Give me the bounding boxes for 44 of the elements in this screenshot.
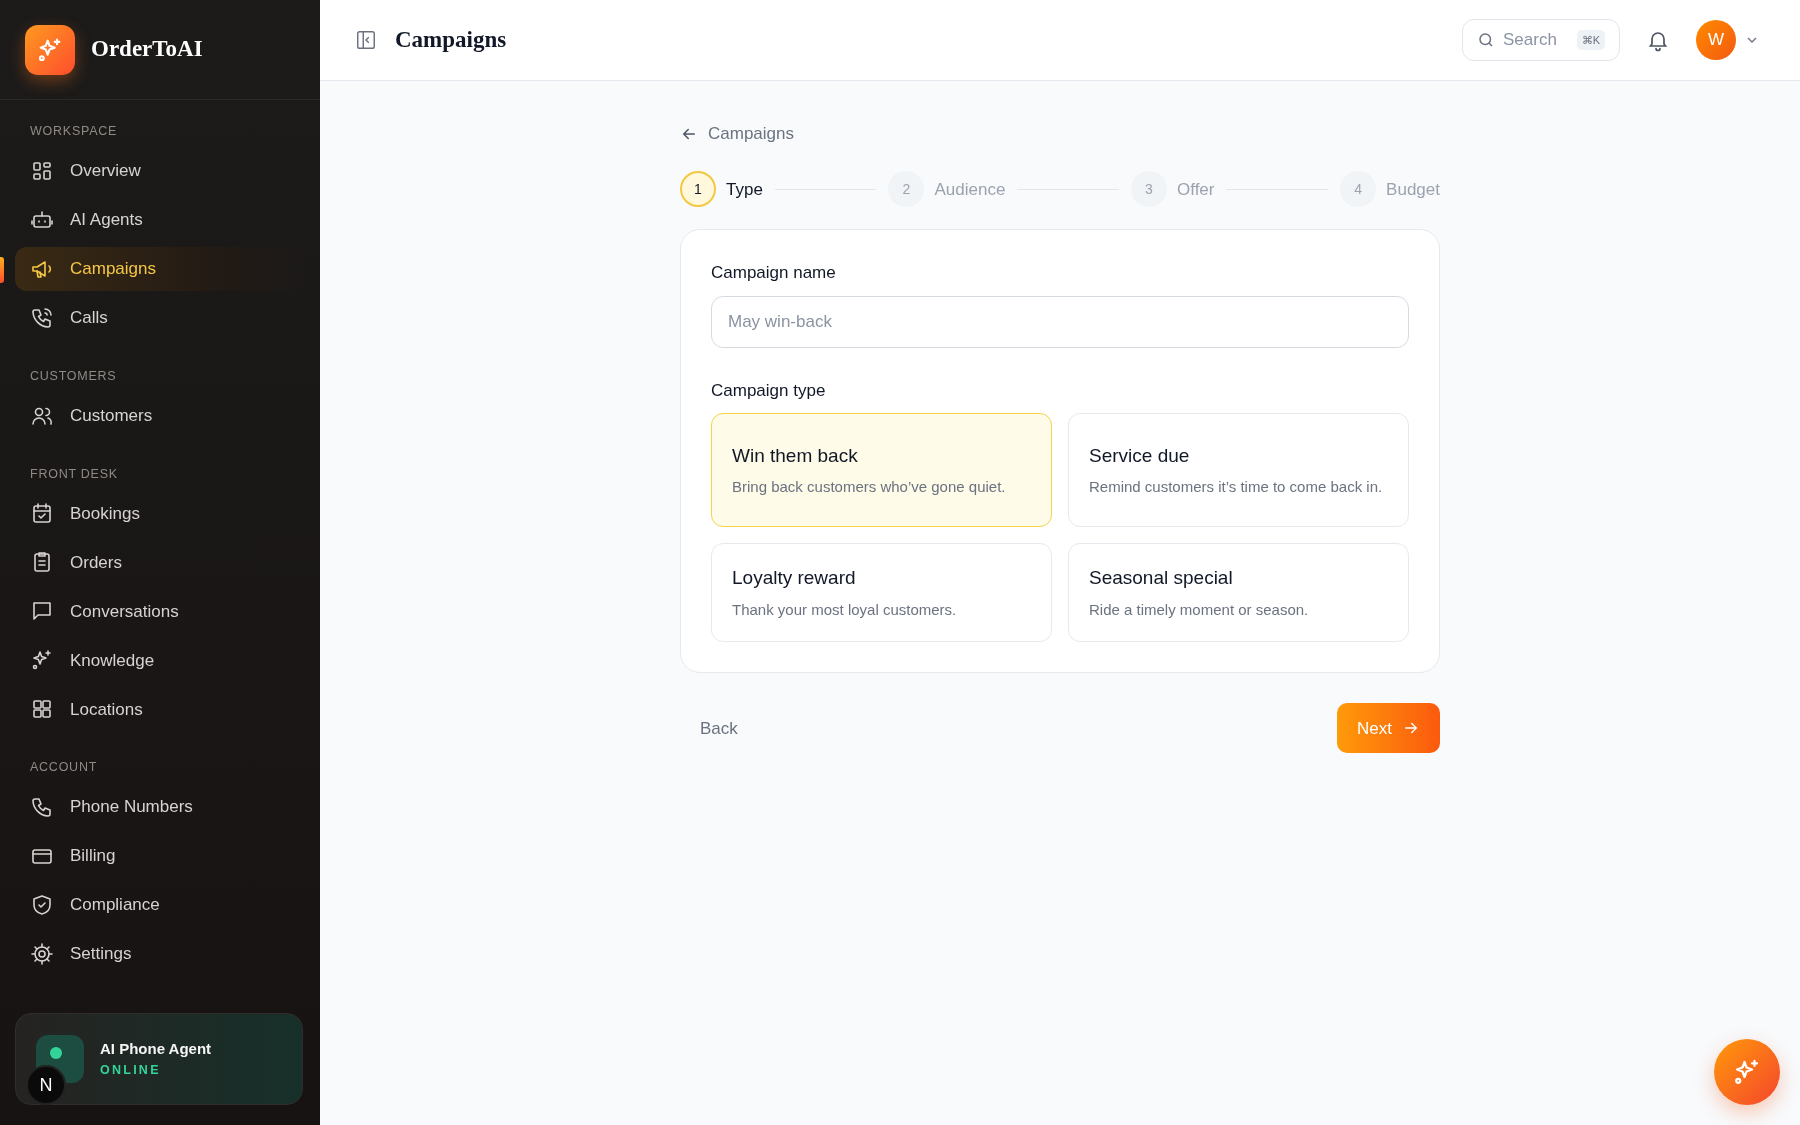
sidebar-item[interactable]: AI Agents — [15, 197, 305, 242]
campaign-type-option[interactable]: Seasonal special Ride a timely moment or season. — [1068, 543, 1409, 643]
phone-icon — [30, 795, 54, 819]
step-tab[interactable]: 1 Type — [680, 171, 763, 208]
search-field[interactable]: Search ⌘K — [1462, 19, 1620, 61]
sidebar-item[interactable]: Locations — [15, 687, 305, 732]
sidebar-item[interactable]: Calls — [15, 295, 305, 340]
sidebar-toggle-icon[interactable] — [355, 29, 377, 51]
sidebar-item[interactable]: Billing — [15, 834, 305, 878]
calendar-icon — [30, 501, 54, 526]
section-heading: ACCOUNT — [29, 759, 99, 777]
page-title: Campaigns — [395, 25, 507, 54]
sidebar-item[interactable]: Conversations — [15, 589, 305, 634]
ai-assistant-button[interactable] — [1714, 1039, 1780, 1105]
sidebar-item[interactable]: Bookings — [15, 491, 305, 536]
gear-icon — [30, 942, 54, 966]
section-heading: CUSTOMERS — [29, 367, 118, 385]
sidebar-item[interactable]: Overview — [15, 148, 305, 193]
phone-call-icon — [30, 305, 54, 330]
back-button[interactable]: Back — [680, 705, 758, 751]
logo-icon — [25, 24, 75, 75]
section-heading: FRONT DESK — [29, 465, 119, 483]
field-label: Campaign type — [711, 379, 827, 402]
sidebar-item[interactable]: Knowledge — [15, 638, 305, 683]
agent-status: ONLINE — [100, 1061, 162, 1079]
user-avatar: W — [1696, 20, 1736, 60]
sidebar-item[interactable]: Orders — [15, 540, 305, 585]
section-heading: WORKSPACE — [29, 123, 119, 140]
field-label: Campaign name — [711, 262, 837, 285]
shield-check-icon — [30, 893, 54, 917]
search-placeholder: Search — [1503, 29, 1557, 52]
agent-title: AI Phone Agent — [100, 1039, 212, 1060]
search-icon — [1477, 31, 1495, 49]
sidebar-item[interactable]: Phone Numbers — [15, 785, 305, 829]
sidebar-item[interactable]: Settings — [15, 932, 305, 976]
shortcut-hint: ⌘K — [1576, 29, 1605, 51]
sidebar-item[interactable]: Compliance — [15, 883, 305, 927]
campaign-name-field[interactable]: May win-back — [711, 295, 1409, 348]
campaign-type-option[interactable]: Win them back Bring back customers who’ve gone quiet. — [711, 413, 1052, 528]
back-to-campaigns-link[interactable]: Campaigns — [680, 121, 794, 147]
brand-name: OrderToAI — [91, 35, 203, 64]
campaign-type-option[interactable]: Service due Remind customers it’s time to come back in. — [1068, 413, 1409, 528]
sidebar-item[interactable]: Customers — [15, 393, 305, 438]
campaign-type-option[interactable]: Loyalty reward Thank your most loyal customers. — [711, 543, 1052, 643]
